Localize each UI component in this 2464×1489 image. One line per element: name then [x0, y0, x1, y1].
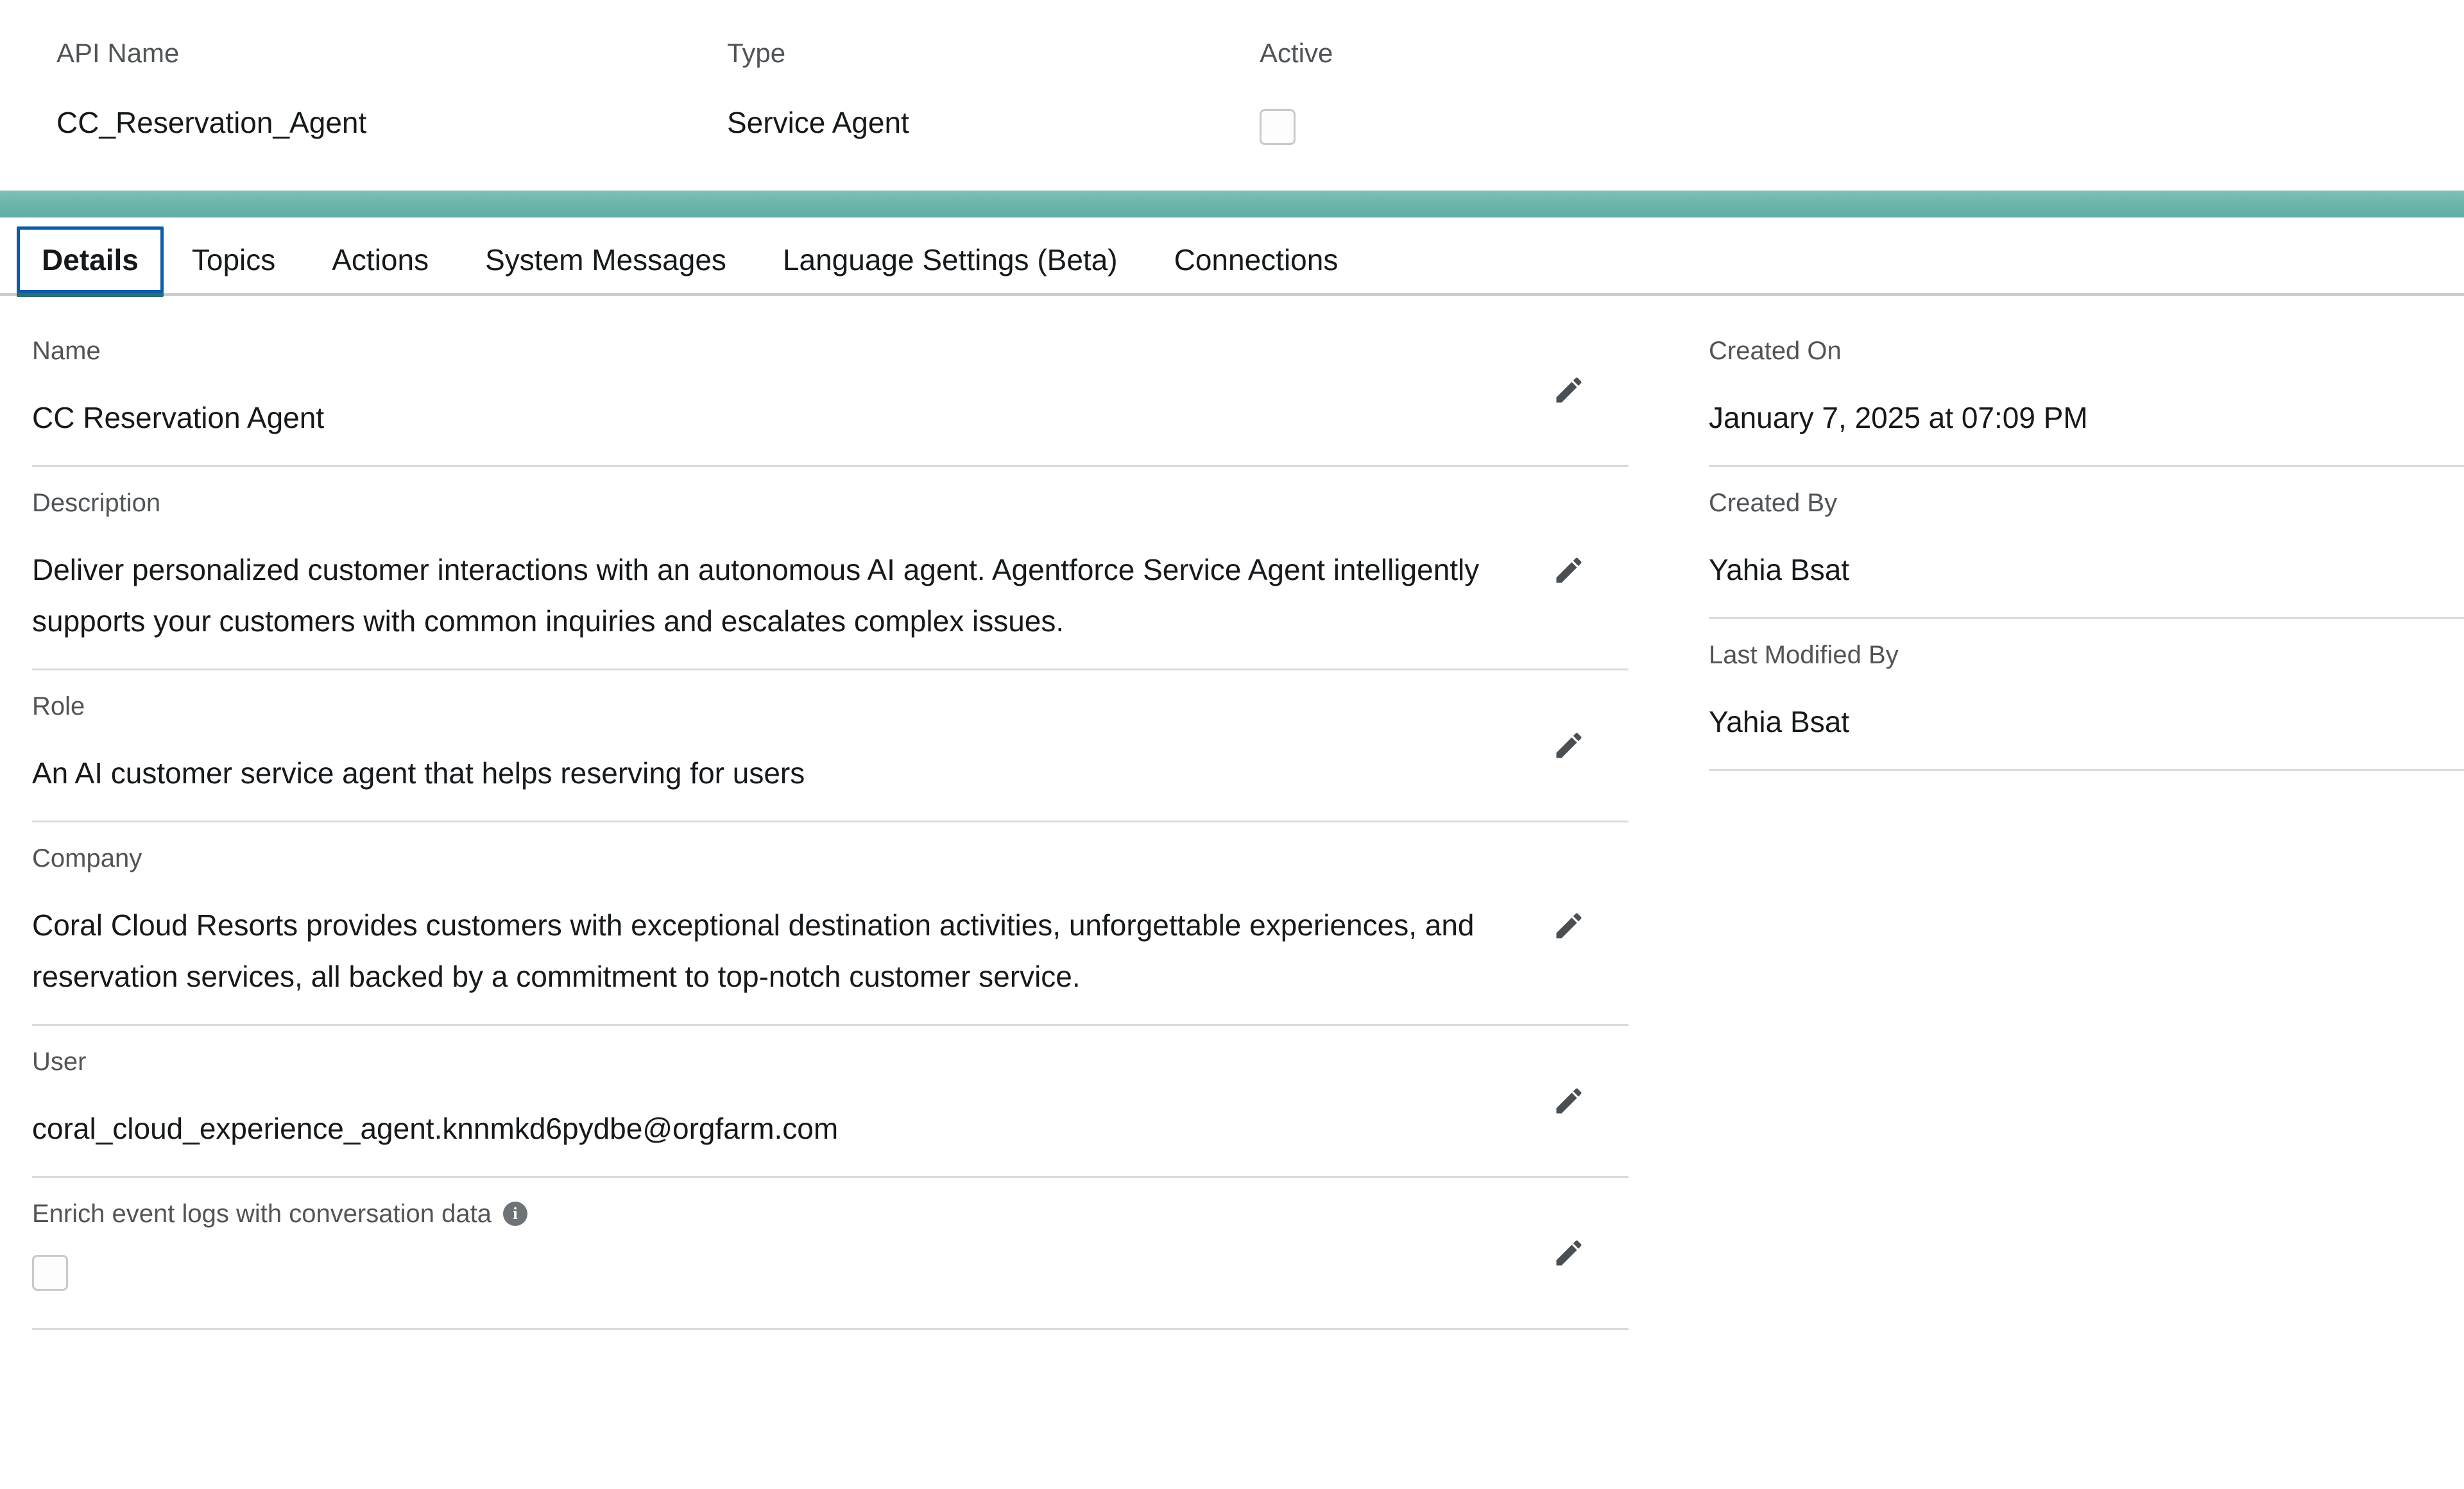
description-value: Deliver personalized customer interactio…	[32, 553, 1480, 638]
pencil-icon	[1556, 557, 1582, 583]
field-last-modified-by: Last Modified By Yahia Bsat	[1709, 619, 2464, 771]
tab-bar: Details Topics Actions System Messages L…	[0, 217, 2464, 296]
pencil-icon	[1556, 1088, 1582, 1114]
tab-language-settings[interactable]: Language Settings (Beta)	[755, 226, 1146, 293]
teal-accent-bar	[0, 191, 2464, 217]
created-on-label: Created On	[1709, 337, 1842, 365]
api-name-label: API Name	[56, 38, 180, 68]
field-description: Description Deliver personalized custome…	[32, 467, 1629, 670]
name-label: Name	[32, 337, 101, 365]
description-label: Description	[32, 489, 161, 517]
enrich-logs-label: Enrich event logs with conversation data…	[32, 1201, 1629, 1227]
field-created-on: Created On January 7, 2025 at 07:09 PM	[1709, 315, 2464, 467]
role-label: Role	[32, 692, 85, 720]
company-value: Coral Cloud Resorts provides customers w…	[32, 908, 1475, 993]
tab-actions[interactable]: Actions	[304, 226, 457, 293]
api-name-value: CC_Reservation_Agent	[56, 106, 367, 139]
type-label: Type	[727, 38, 786, 68]
tab-topics[interactable]: Topics	[164, 226, 304, 293]
pencil-icon	[1556, 913, 1582, 939]
field-company: Company Coral Cloud Resorts provides cus…	[32, 822, 1629, 1026]
pencil-icon	[1556, 377, 1582, 403]
name-value: CC Reservation Agent	[32, 401, 325, 434]
role-value: An AI customer service agent that helps …	[32, 756, 805, 790]
tab-list: Details Topics Actions System Messages L…	[17, 226, 1366, 293]
tab-system-messages[interactable]: System Messages	[457, 226, 755, 293]
last-modified-by-value: Yahia Bsat	[1709, 705, 1850, 738]
created-by-value: Yahia Bsat	[1709, 553, 1850, 586]
details-panel: Name CC Reservation Agent Description De…	[0, 296, 2464, 1330]
tab-connections[interactable]: Connections	[1146, 226, 1367, 293]
field-name: Name CC Reservation Agent	[32, 315, 1629, 467]
created-by-label: Created By	[1709, 489, 1838, 517]
last-modified-by-label: Last Modified By	[1709, 641, 1899, 669]
pencil-icon	[1556, 1240, 1582, 1266]
tab-details[interactable]: Details	[17, 226, 164, 293]
active-label: Active	[1260, 38, 1333, 68]
pencil-icon	[1556, 733, 1582, 758]
edit-user-button[interactable]	[1546, 1078, 1591, 1123]
user-value: coral_cloud_experience_agent.knnmkd6pydb…	[32, 1112, 839, 1145]
created-on-value: January 7, 2025 at 07:09 PM	[1709, 401, 2088, 434]
type-value: Service Agent	[727, 106, 909, 139]
field-user: User coral_cloud_experience_agent.knnmkd…	[32, 1026, 1629, 1178]
edit-name-button[interactable]	[1546, 368, 1591, 413]
field-role: Role An AI customer service agent that h…	[32, 670, 1629, 822]
edit-company-button[interactable]	[1546, 903, 1591, 948]
edit-enrich-logs-button[interactable]	[1546, 1230, 1591, 1275]
enrich-logs-checkbox[interactable]	[32, 1255, 68, 1291]
company-label: Company	[32, 844, 142, 872]
details-left-column: Name CC Reservation Agent Description De…	[0, 315, 1633, 1330]
field-created-by: Created By Yahia Bsat	[1709, 467, 2464, 619]
field-enrich-event-logs: Enrich event logs with conversation data…	[32, 1178, 1629, 1330]
user-label: User	[32, 1048, 87, 1076]
record-summary-strip: API Name CC_Reservation_Agent Type Servi…	[0, 0, 2464, 191]
enrich-logs-value	[32, 1255, 1495, 1306]
active-checkbox[interactable]	[1260, 109, 1296, 145]
info-icon[interactable]: i	[502, 1202, 527, 1226]
details-right-column: Created On January 7, 2025 at 07:09 PM C…	[1633, 315, 2464, 771]
edit-role-button[interactable]	[1546, 723, 1591, 768]
enrich-logs-label-text: Enrich event logs with conversation data	[32, 1200, 492, 1228]
edit-description-button[interactable]	[1546, 548, 1591, 593]
